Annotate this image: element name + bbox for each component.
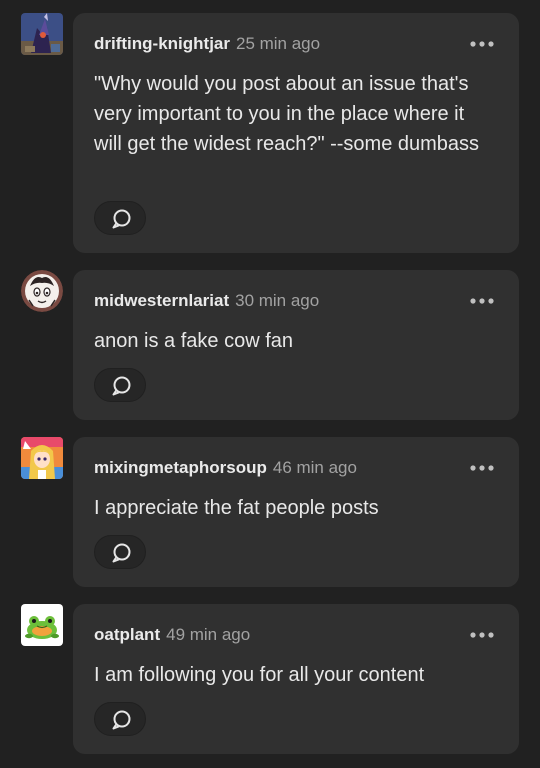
timestamp: 30 min ago <box>235 291 320 310</box>
timestamp: 46 min ago <box>272 458 357 477</box>
ellipsis-icon <box>470 632 494 638</box>
reply-button[interactable] <box>94 702 146 736</box>
more-options-button[interactable] <box>469 296 495 306</box>
frog-avatar-icon <box>21 604 63 646</box>
comment-item: drifting-knightjar 25 min ago "Why would … <box>0 0 540 260</box>
username-link[interactable]: drifting-knightjar <box>94 34 230 53</box>
avatar-drifting-knightjar[interactable] <box>21 13 63 55</box>
avatar-mixingmetaphorsoup[interactable] <box>21 437 63 479</box>
username-link[interactable]: mixingmetaphorsoup <box>94 458 267 477</box>
anime-character-avatar-icon <box>21 437 63 479</box>
ellipsis-icon <box>470 298 494 304</box>
speech-bubble-icon <box>112 209 131 229</box>
comment-item: mixingmetaphorsoup 46 min ago I appreciat… <box>0 428 540 596</box>
comment-feed: drifting-knightjar 25 min ago "Why would … <box>0 0 540 768</box>
more-options-button[interactable] <box>469 39 495 49</box>
avatar-oatplant[interactable] <box>21 604 63 646</box>
comment-item: midwesternlariat 30 min ago anon is a fak… <box>0 260 540 428</box>
speech-bubble-icon <box>112 376 131 396</box>
comment-text: I am following you for all your content <box>94 664 425 686</box>
comment-card: drifting-knightjar 25 min ago "Why would … <box>73 13 519 253</box>
ellipsis-icon <box>470 41 494 47</box>
reply-button[interactable] <box>94 201 146 235</box>
more-options-button[interactable] <box>469 630 495 640</box>
comment-meta: midwesternlariat 30 min ago <box>94 290 319 312</box>
comment-text: "Why would you post about an issue that'… <box>94 73 480 155</box>
comment-meta: drifting-knightjar 25 min ago <box>94 33 320 55</box>
comment-meta: oatplant 49 min ago <box>94 624 250 646</box>
reply-button[interactable] <box>94 535 146 569</box>
avatar-midwesternlariat[interactable] <box>21 270 63 312</box>
comment-text: anon is a fake cow fan <box>94 330 294 352</box>
comment-meta: mixingmetaphorsoup 46 min ago <box>94 457 357 479</box>
ellipsis-icon <box>470 465 494 471</box>
comment-card: mixingmetaphorsoup 46 min ago I appreciat… <box>73 437 519 587</box>
drawn-character-avatar-icon <box>21 270 63 312</box>
more-options-button[interactable] <box>469 463 495 473</box>
comment-card: oatplant 49 min ago I am following you fo… <box>73 604 519 754</box>
comment-text: I appreciate the fat people posts <box>94 497 379 519</box>
timestamp: 25 min ago <box>235 34 321 53</box>
speech-bubble-icon <box>112 543 131 563</box>
comment-card: midwesternlariat 30 min ago anon is a fak… <box>73 270 519 420</box>
comment-item: oatplant 49 min ago I am following you fo… <box>0 596 540 768</box>
username-link[interactable]: oatplant <box>94 625 160 644</box>
reply-button[interactable] <box>94 368 146 402</box>
speech-bubble-icon <box>112 710 131 730</box>
username-link[interactable]: midwesternlariat <box>94 291 229 310</box>
knight-avatar-icon <box>21 13 63 55</box>
timestamp: 49 min ago <box>166 625 251 644</box>
